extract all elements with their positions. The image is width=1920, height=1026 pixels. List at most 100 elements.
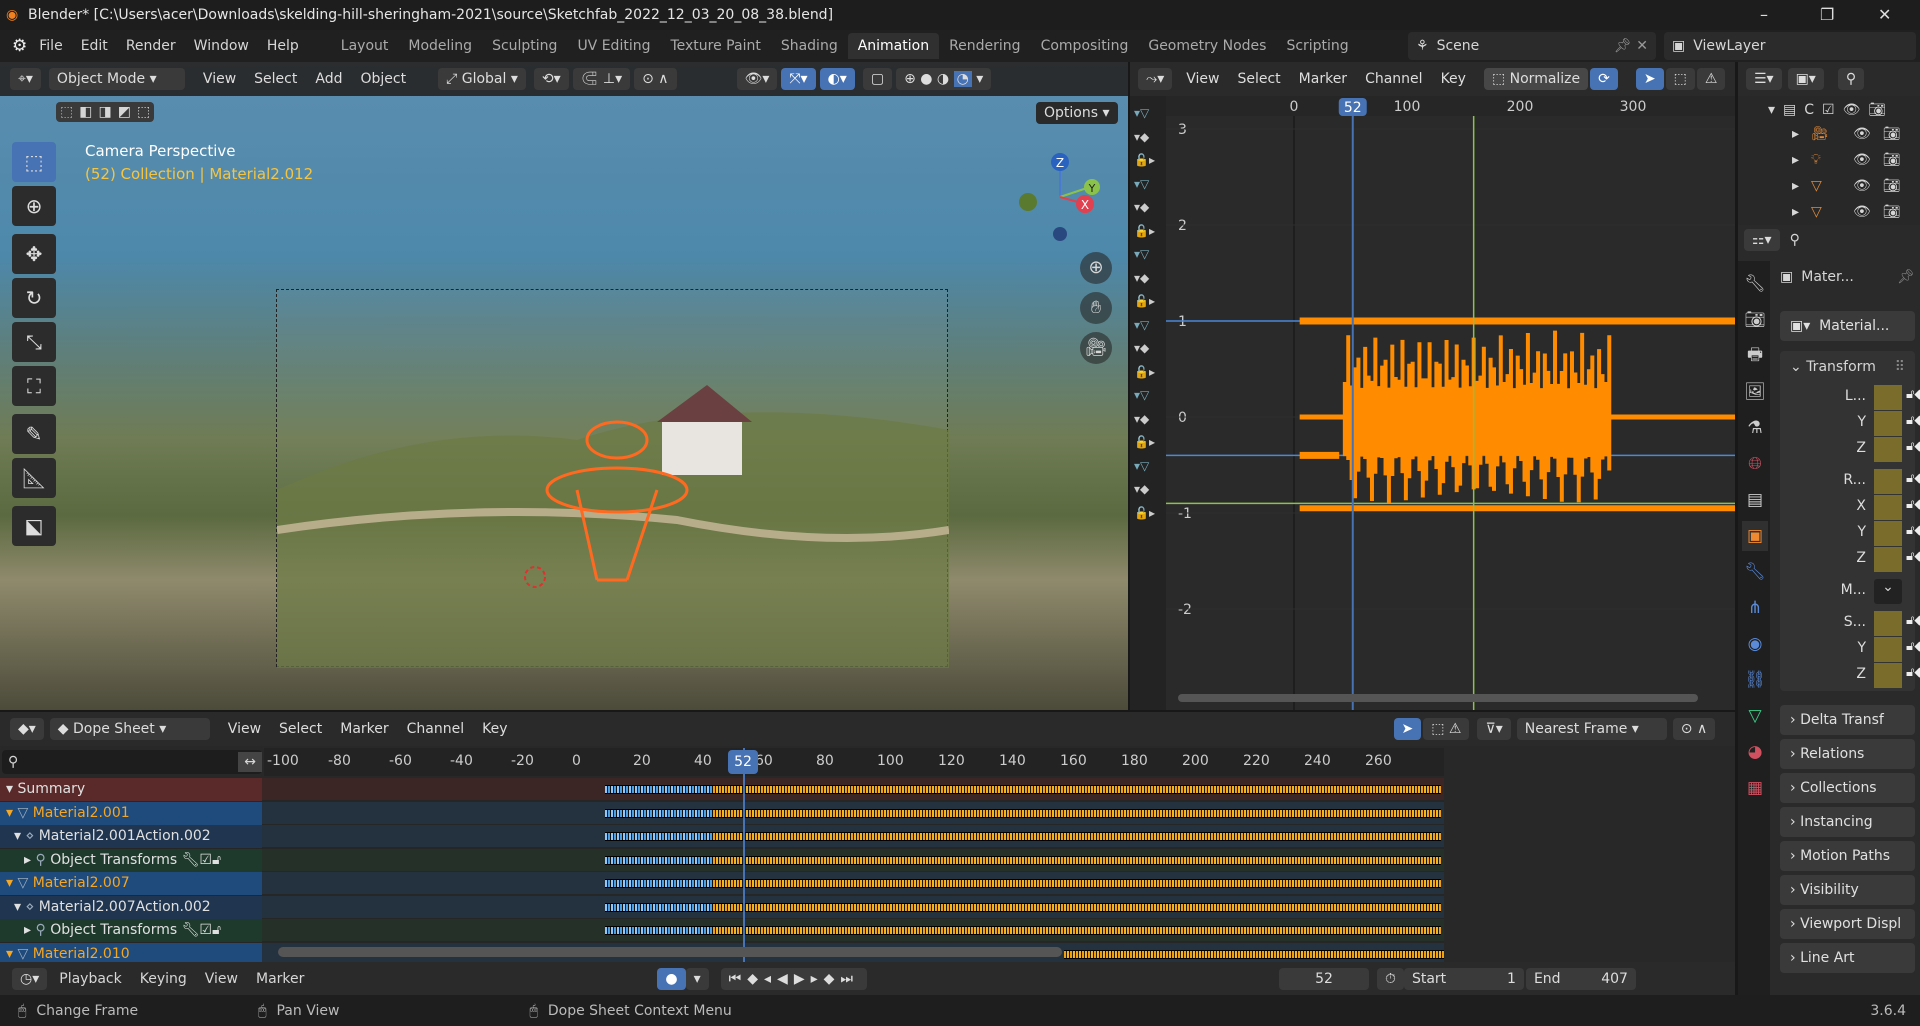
particles-tab-icon[interactable]: ⋔ bbox=[1742, 593, 1768, 623]
snap-toggle[interactable]: 🧲︎ ⊥▾ bbox=[572, 68, 631, 90]
expand-arrow-icon[interactable]: ▸ bbox=[24, 852, 35, 868]
menu-marker[interactable]: Marker bbox=[256, 971, 304, 987]
selected-keyframes[interactable] bbox=[605, 856, 714, 864]
datablock-selector[interactable]: ▣▾ Material... bbox=[1780, 311, 1915, 341]
menu-channel[interactable]: Channel bbox=[1365, 71, 1422, 87]
data-tab-icon[interactable]: ▽ bbox=[1742, 701, 1768, 731]
channel-object[interactable]: ▾ ▽ Material2.001 bbox=[0, 801, 262, 825]
modifier-lock-icons[interactable]: 🔧︎☑🔓︎ bbox=[177, 852, 221, 868]
proportional-edit-toggle[interactable]: ⊙ ∧ bbox=[1672, 718, 1716, 740]
panel-relations[interactable]: › Relations bbox=[1780, 739, 1915, 769]
channel-group[interactable]: ▸ ⚲ Object Transforms 🔧︎☑🔓︎ bbox=[0, 848, 262, 872]
properties-editor-type[interactable]: ⚏▾ bbox=[1744, 229, 1780, 251]
properties-search-icon[interactable]: ⚲ bbox=[1790, 232, 1800, 248]
panel-visibility[interactable]: › Visibility bbox=[1780, 875, 1915, 905]
transform-field-row[interactable]: R... 🔓︎◆ bbox=[1828, 469, 1920, 494]
transform-panel-header[interactable]: ⌄ Transform ⠿ bbox=[1780, 351, 1915, 383]
panel-collections[interactable]: › Collections bbox=[1780, 773, 1915, 803]
playhead-line[interactable] bbox=[743, 748, 745, 962]
object-tab-icon[interactable]: ▣ bbox=[1742, 521, 1768, 551]
channel-region[interactable]: ▾ Summary ▾ ▽ Material2.001 ▾ ⋄ Material2.… bbox=[0, 778, 1444, 966]
menu-select[interactable]: Select bbox=[254, 71, 297, 87]
collapse-arrow-icon[interactable]: ▾ bbox=[14, 899, 25, 915]
menu-render[interactable]: Render bbox=[126, 38, 176, 54]
keyframe-strip[interactable] bbox=[605, 855, 1442, 865]
lock-keyframe-icon[interactable]: 🔓︎◆ bbox=[1906, 471, 1920, 486]
menu-edit[interactable]: Edit bbox=[81, 38, 108, 54]
outliner-row[interactable]: ▸ ▽ 👁︎ 📷︎ bbox=[1792, 204, 1901, 220]
transform-field-row[interactable]: Z 🔓︎◆ bbox=[1828, 437, 1920, 462]
select-invert-icon[interactable]: ◩ bbox=[118, 104, 131, 120]
dopesheet-mode-dropdown[interactable]: ◆ Dope Sheet ▾ bbox=[49, 718, 210, 740]
zoom-icon[interactable]: ⊕ bbox=[1080, 252, 1112, 284]
outliner-search-icon[interactable]: ⚲ bbox=[1837, 68, 1865, 90]
outliner-row[interactable]: ▸ ▽ 👁︎ 📷︎ bbox=[1792, 178, 1901, 194]
move-tool[interactable]: ✥ bbox=[12, 234, 56, 274]
keyframe-strip[interactable] bbox=[605, 808, 1442, 818]
channel-toggle-icon[interactable]: 🔓▸ bbox=[1134, 506, 1155, 520]
channel-summary[interactable]: ▾ Summary bbox=[0, 778, 262, 801]
collection-name[interactable]: C bbox=[1804, 102, 1814, 118]
overlay-toggle[interactable]: ◐▾ bbox=[819, 68, 855, 90]
horizontal-scrollbar[interactable] bbox=[278, 947, 1062, 957]
menu-add[interactable]: Add bbox=[315, 71, 342, 87]
transform-value-field[interactable] bbox=[1874, 637, 1902, 662]
graph-ruler[interactable] bbox=[1166, 96, 1735, 116]
scene-tab-icon[interactable]: ⚗ bbox=[1742, 413, 1768, 443]
collapse-arrow-icon[interactable]: ▾ bbox=[6, 946, 17, 962]
outliner-row[interactable]: ▸ 💡︎ 👁︎ 📷︎ bbox=[1792, 152, 1901, 168]
pin-icon[interactable]: 📌︎ bbox=[1897, 269, 1915, 285]
transform-value-field[interactable] bbox=[1874, 663, 1902, 688]
render-camera-icon[interactable]: 📷︎ bbox=[1883, 204, 1901, 220]
pivot-dropdown[interactable]: ⟲▾ bbox=[533, 68, 569, 90]
3d-viewport[interactable]: ⌖▾ Object Mode ▾ View Select Add Object ⤢ G… bbox=[0, 62, 1128, 710]
panel-delta-transf[interactable]: › Delta Transf bbox=[1780, 705, 1915, 735]
transform-field-row[interactable]: X 🔓︎◆ bbox=[1828, 495, 1920, 520]
display-mode-dropdown[interactable]: ▣▾ bbox=[1787, 68, 1824, 90]
channel-toggle-icon[interactable]: ▾◆ bbox=[1134, 130, 1149, 144]
transform-field-row[interactable]: Z 🔓︎◆ bbox=[1828, 547, 1920, 572]
workspace-tab-compositing[interactable]: Compositing bbox=[1031, 33, 1139, 59]
current-frame-indicator[interactable]: 52 bbox=[728, 750, 758, 774]
graph-editor-type-button[interactable]: ⤳▾ bbox=[1138, 68, 1173, 90]
channel-toggle-icon[interactable]: ▾◆ bbox=[1134, 341, 1149, 355]
select-extend-icon[interactable]: ◧ bbox=[79, 104, 92, 120]
menu-window[interactable]: Window bbox=[194, 38, 249, 54]
transform-field-row[interactable]: M... ⌄ bbox=[1828, 579, 1920, 604]
channel-toggle-icon[interactable]: ▾▽ bbox=[1134, 388, 1149, 402]
workspace-tab-shading[interactable]: Shading bbox=[771, 33, 848, 59]
menu-key[interactable]: Key bbox=[1441, 71, 1466, 87]
panel-viewport-displ[interactable]: › Viewport Displ bbox=[1780, 909, 1915, 939]
minimize-button[interactable]: – bbox=[1760, 0, 1768, 30]
transform-field-row[interactable]: L... 🔓︎◆ bbox=[1828, 385, 1920, 410]
menu-view[interactable]: View bbox=[1186, 71, 1219, 87]
menu-help[interactable]: Help bbox=[267, 38, 299, 54]
measure-tool[interactable]: 📐︎ bbox=[12, 458, 56, 498]
transform-value-field[interactable] bbox=[1874, 521, 1902, 546]
rotate-tool[interactable]: ↻ bbox=[12, 278, 56, 318]
channel-toggle-icon[interactable]: ▾◆ bbox=[1134, 200, 1149, 214]
orientation-dropdown[interactable]: ⤢ Global ▾ bbox=[438, 68, 526, 90]
collapse-arrow-icon[interactable]: ▾ bbox=[6, 781, 17, 797]
expand-arrow-icon[interactable]: ▸ bbox=[1792, 126, 1799, 142]
select-new-icon[interactable]: ⬚ bbox=[60, 104, 73, 120]
channel-toggle-icon[interactable]: 🔓▸ bbox=[1134, 153, 1155, 167]
current-frame-field[interactable]: 52 bbox=[1279, 967, 1370, 990]
outliner-collection-row[interactable]: ▾ ▤ C ☑ 👁︎ 📷︎ bbox=[1768, 102, 1886, 118]
xray-toggle[interactable]: ▢ bbox=[862, 68, 893, 90]
close-button[interactable]: ✕ bbox=[1878, 0, 1891, 30]
channel-toggle-icon[interactable]: ▾▽ bbox=[1134, 247, 1149, 261]
proportional-edit-toggle[interactable]: ⊙ ∧ bbox=[634, 68, 677, 90]
transform-value-field[interactable] bbox=[1874, 547, 1902, 572]
transform-value-field[interactable] bbox=[1874, 411, 1902, 436]
graph-canvas[interactable]: 0 100 200 300 3 2 1 0 -1 -2 52 bbox=[1166, 96, 1735, 710]
frame-ruler[interactable]: -100 -80 -60 -40 -20 0 20 40 60 80 100 120 140 160 180… bbox=[264, 748, 1444, 776]
workspace-tab-animation[interactable]: Animation bbox=[847, 33, 940, 59]
editor-type-button[interactable]: ⌖▾ bbox=[10, 68, 41, 90]
menu-marker[interactable]: Marker bbox=[340, 721, 388, 737]
render-camera-icon[interactable]: 📷︎ bbox=[1868, 102, 1886, 118]
channel-group[interactable]: ▸ ⚲ Object Transforms 🔧︎☑🔓︎ bbox=[0, 919, 262, 942]
expand-arrow-icon[interactable]: ▸ bbox=[1792, 204, 1799, 220]
pin-icon[interactable]: 📌︎ ✕ bbox=[1614, 38, 1648, 54]
channel-object[interactable]: ▾ ▽ Material2.007 bbox=[0, 872, 262, 895]
